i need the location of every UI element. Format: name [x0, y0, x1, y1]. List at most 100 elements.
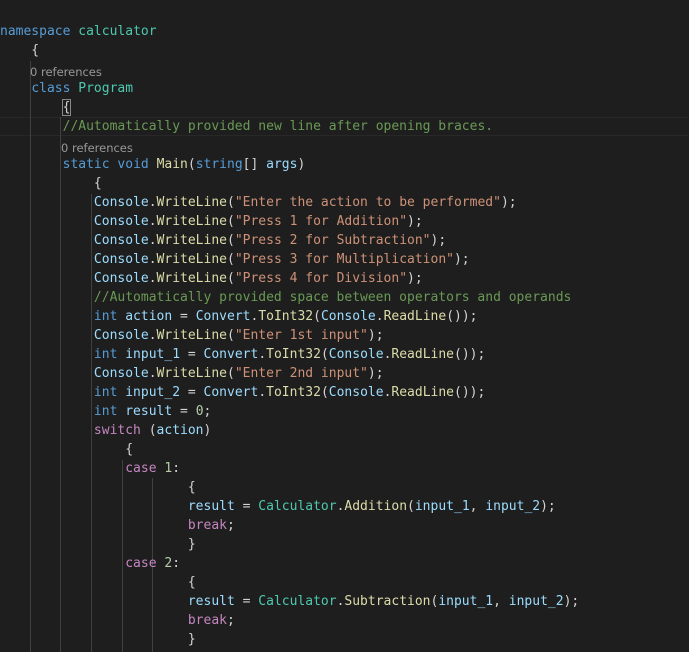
token: (: [320, 347, 329, 362]
codelens-class-references[interactable]: 0 references: [30, 65, 102, 80]
code-line-comment-1[interactable]: //Automatically provided new line after …: [0, 117, 493, 136]
token: "Press 3 for Multiplication": [234, 252, 454, 267]
code-line-case-1[interactable]: case 1:: [0, 459, 180, 478]
token: (: [227, 328, 235, 343]
code-line-sub-call[interactable]: result = Calculator.Subtraction(input_1,…: [0, 592, 579, 611]
code-line-int-action[interactable]: int action = Convert.ToInt32(Console.Rea…: [0, 307, 478, 326]
token: );: [453, 252, 470, 267]
code-line-wl-4[interactable]: Console.WriteLine("Press 3 for Multiplic…: [0, 250, 470, 269]
token: .: [148, 366, 157, 381]
code-line-int-result[interactable]: int result = 0;: [0, 402, 211, 421]
token: .: [148, 328, 157, 343]
code-line-wl-2[interactable]: Console.WriteLine("Press 1 for Addition"…: [0, 212, 423, 231]
token: =: [180, 385, 204, 400]
code-line-break-2[interactable]: break;: [0, 611, 235, 630]
code-line-break-1[interactable]: break;: [0, 516, 235, 535]
code-line-int-input2[interactable]: int input_2 = Convert.ToInt32(Console.Re…: [0, 383, 485, 402]
token: (: [187, 157, 196, 172]
token: action: [156, 423, 204, 438]
token: {: [61, 99, 72, 116]
token: Console: [93, 328, 149, 343]
code-line-switch[interactable]: switch (action): [0, 421, 211, 440]
code-line-wl-6[interactable]: Console.WriteLine("Enter 1st input");: [0, 326, 384, 345]
token: "Enter 1st input": [234, 328, 368, 343]
token: ());: [446, 309, 478, 324]
token: namespace: [0, 24, 71, 39]
token: "Enter the action to be performed": [234, 195, 501, 210]
code-editor[interactable]: ` ` 0 references 0 references namespace …: [0, 0, 689, 652]
token: ;: [226, 613, 235, 628]
token: "Enter 2nd input": [234, 366, 368, 381]
code-line-case2-close[interactable]: }: [0, 630, 196, 649]
code-line-wl-7[interactable]: Console.WriteLine("Enter 2nd input");: [0, 364, 384, 383]
token: ToInt32: [266, 347, 321, 362]
code-line-int-input1[interactable]: int input_1 = Convert.ToInt32(Console.Re…: [0, 345, 485, 364]
code-line-case1-close[interactable]: }: [0, 535, 196, 554]
token: (: [320, 385, 329, 400]
token: {: [0, 43, 40, 58]
token: Console: [93, 233, 149, 248]
code-line-namespace[interactable]: namespace calculator: [0, 22, 157, 41]
token: Addition: [344, 499, 408, 514]
token: .: [148, 233, 157, 248]
token: );: [407, 271, 423, 286]
token: break: [187, 518, 227, 533]
code-line-main-decl[interactable]: static void Main(string[] args): [0, 155, 306, 174]
token: Console: [328, 347, 384, 362]
token: ());: [454, 385, 486, 400]
token: Main: [156, 157, 188, 172]
token: string: [195, 157, 243, 172]
code-line-case1-open[interactable]: {: [0, 478, 196, 497]
token: input_1: [438, 594, 494, 609]
token: 0: [195, 404, 204, 419]
code-line-wl-3[interactable]: Console.WriteLine("Press 2 for Subtracti…: [0, 231, 446, 250]
token: (: [407, 499, 415, 514]
codelens-main-references[interactable]: 0 references: [61, 141, 133, 156]
token: ReadLine: [391, 347, 455, 362]
code-line-switch-open[interactable]: {: [0, 440, 133, 459]
token: Console: [93, 271, 149, 286]
token: =: [234, 499, 259, 514]
code-line-wl-5[interactable]: Console.WriteLine("Press 4 for Division"…: [0, 269, 423, 288]
code-line-case2-open[interactable]: {: [0, 573, 196, 592]
token: ReadLine: [383, 309, 447, 324]
token: input_1: [414, 499, 470, 514]
code-line-class-open[interactable]: {: [0, 98, 72, 117]
token: );: [430, 233, 447, 248]
token: switch: [93, 423, 141, 438]
token: input_2: [508, 594, 564, 609]
code-line-ns-open[interactable]: {: [0, 41, 39, 60]
token: case: [125, 556, 157, 571]
code-line-comment-2[interactable]: //Automatically provided space between o…: [0, 288, 571, 307]
code-line-wl-1[interactable]: Console.WriteLine("Enter the action to b…: [0, 193, 517, 212]
token: =: [180, 347, 204, 362]
token: ;: [203, 404, 212, 419]
token: WriteLine: [156, 366, 227, 381]
token: ());: [454, 347, 486, 362]
code-line-main-open[interactable]: {: [0, 174, 102, 193]
code-line-case-2[interactable]: case 2:: [0, 554, 180, 573]
token: =: [172, 404, 196, 419]
token: (: [227, 214, 235, 229]
code-line-class-decl[interactable]: class Program: [0, 79, 133, 98]
token: Subtraction: [344, 594, 431, 609]
token: "Press 2 for Subtraction": [234, 233, 431, 248]
token: Console: [93, 195, 149, 210]
token: Convert: [203, 385, 259, 400]
token: WriteLine: [156, 195, 227, 210]
token: (: [227, 233, 235, 248]
code-line-add-call[interactable]: result = Calculator.Addition(input_1, in…: [0, 497, 556, 516]
